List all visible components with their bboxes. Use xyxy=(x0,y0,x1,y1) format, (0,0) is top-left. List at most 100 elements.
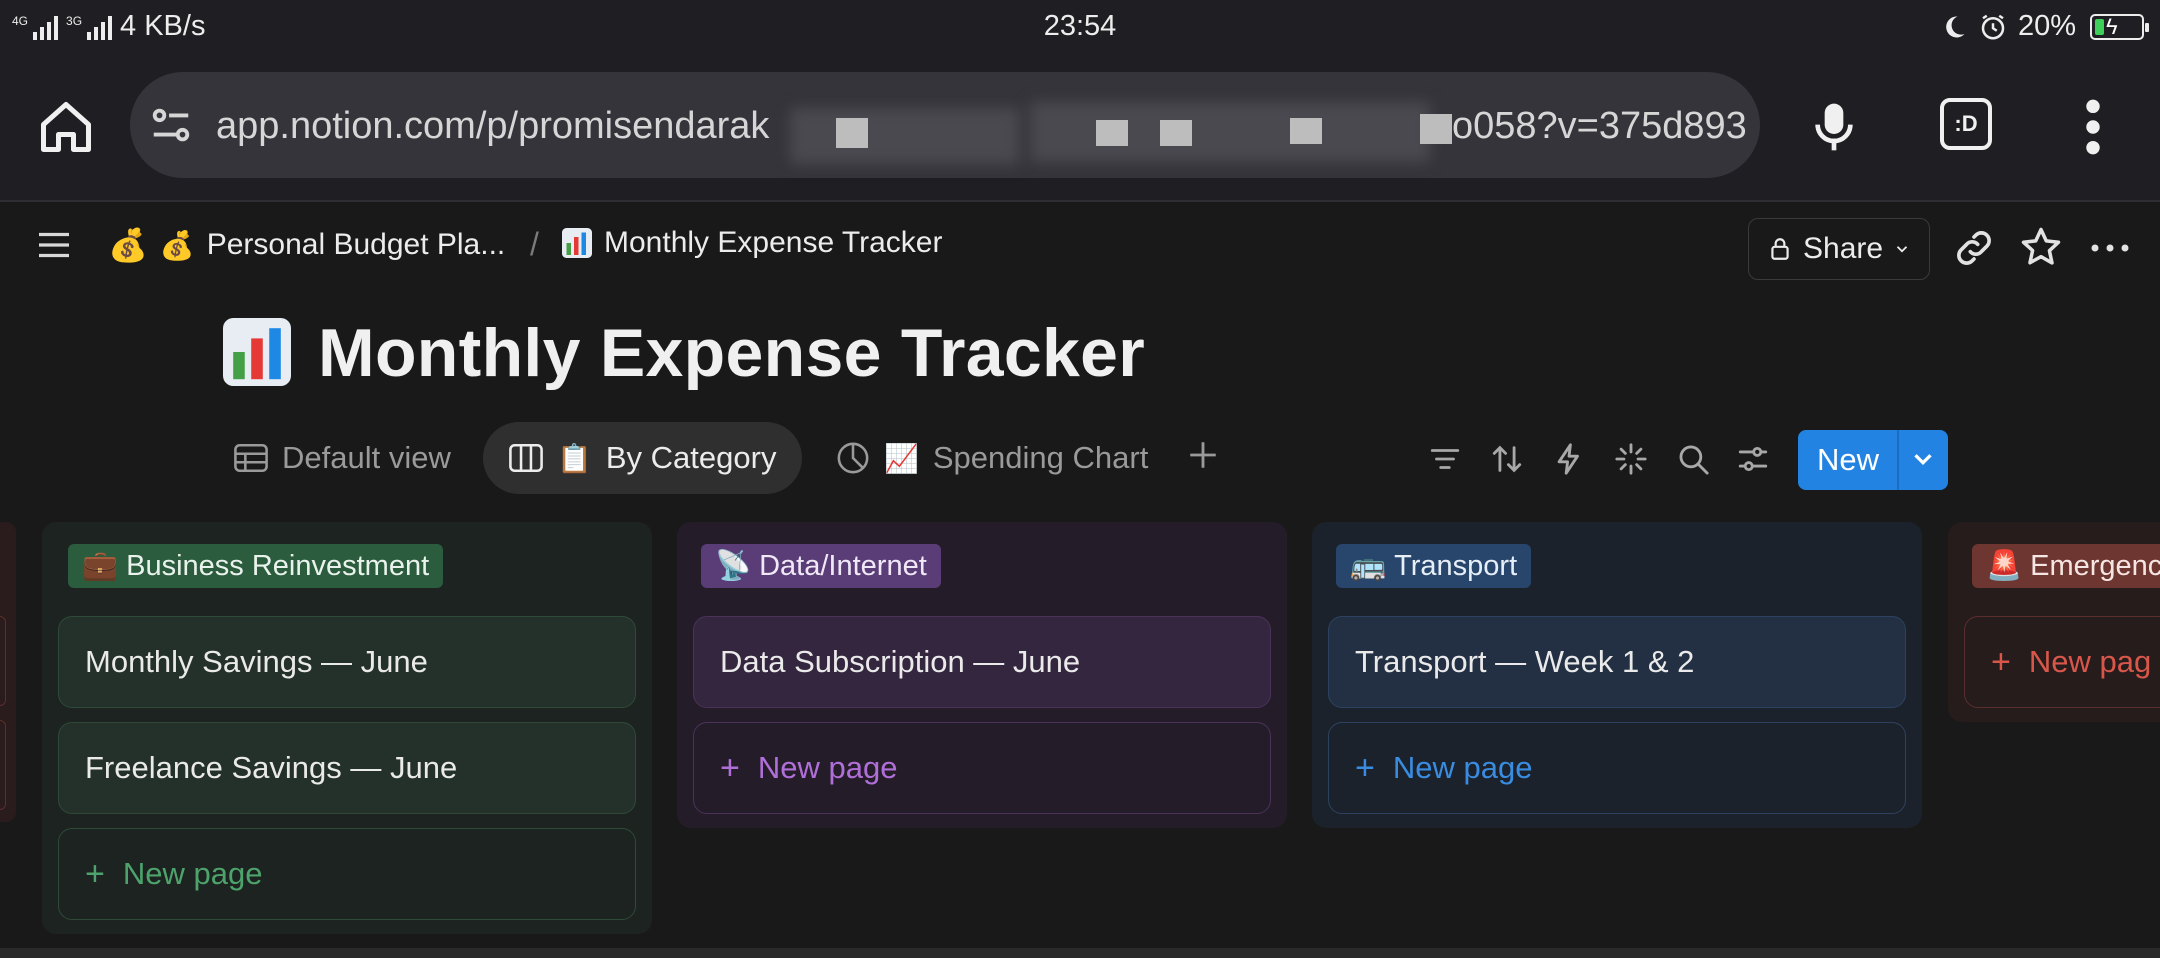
money-bag-icon: 💰 xyxy=(108,227,148,263)
browser-toolbar: app.notion.com/p/promisendarak o058?v=37… xyxy=(0,52,2160,202)
link-icon[interactable] xyxy=(1952,226,1996,270)
briefcase-icon: 💼 xyxy=(82,550,119,582)
ai-sparkle-icon[interactable] xyxy=(1614,442,1648,476)
page-title[interactable]: Monthly Expense Tracker xyxy=(318,314,1145,392)
table-icon xyxy=(234,443,268,473)
board-column-business-reinvestment: 💼 Business Reinvestment Monthly Savings … xyxy=(42,522,652,934)
police-light-icon: 🚨 xyxy=(1986,550,2023,582)
new-page-label: New page xyxy=(1392,750,1533,785)
tab-by-category[interactable]: 📋 By Category xyxy=(483,422,803,494)
breadcrumb-current[interactable]: Monthly Expense Tracker xyxy=(562,226,942,260)
notion-topbar: 💰 💰 Personal Budget Pla... / Monthly Exp… xyxy=(0,202,2160,292)
board-card-partial xyxy=(0,720,6,810)
redaction xyxy=(1160,120,1192,146)
tab-label: Spending Chart xyxy=(932,440,1149,475)
lock-icon xyxy=(1771,238,1789,260)
view-settings-icon[interactable] xyxy=(1736,442,1770,476)
search-icon[interactable] xyxy=(1676,442,1710,476)
board-column-data-internet: 📡 Data/Internet Data Subscription — June… xyxy=(677,522,1287,828)
new-page-label: New page xyxy=(757,750,898,785)
filter-icon[interactable] xyxy=(1428,442,1462,476)
more-options-icon[interactable] xyxy=(2090,242,2130,254)
card-title: Monthly Savings — June xyxy=(85,644,428,679)
tab-spending-chart[interactable]: 📈 Spending Chart xyxy=(836,422,1148,494)
board-card[interactable]: Transport — Week 1 & 2 xyxy=(1328,616,1906,708)
plus-icon: + xyxy=(1991,642,2011,681)
tab-label: By Category xyxy=(605,440,777,475)
url-end: o058?v=375d893 xyxy=(1452,105,1747,147)
status-badge[interactable]: 📡 Data/Internet xyxy=(701,544,941,588)
new-page-button[interactable]: + New page xyxy=(1328,722,1906,814)
tab-switcher-button[interactable]: :D xyxy=(1940,98,1992,150)
redaction xyxy=(1420,114,1452,144)
breadcrumb-parent-label: Personal Budget Pla... xyxy=(206,228,506,261)
plus-icon: + xyxy=(1355,748,1375,787)
home-icon[interactable] xyxy=(36,97,96,157)
site-settings-icon[interactable] xyxy=(148,102,194,148)
new-page-button[interactable]: + New pag xyxy=(1964,616,2160,708)
clock: 23:54 xyxy=(1043,10,1117,42)
new-page-button[interactable]: + New page xyxy=(693,722,1271,814)
share-label: Share xyxy=(1803,232,1884,265)
battery-icon: ϟ xyxy=(2090,13,2149,40)
charging-icon: ϟ xyxy=(2106,13,2118,39)
board-card[interactable]: Monthly Savings — June xyxy=(58,616,636,708)
card-title: Transport — Week 1 & 2 xyxy=(1355,644,1695,679)
chevron-down-icon xyxy=(1896,246,1908,253)
clipboard-icon: 📋 xyxy=(557,442,592,474)
board-icon xyxy=(509,443,543,473)
moon-icon xyxy=(1946,15,1965,37)
plus-icon: + xyxy=(720,748,740,787)
kebab-menu-icon[interactable] xyxy=(2080,96,2106,158)
new-button[interactable]: New xyxy=(1798,430,1898,490)
new-page-label: New pag xyxy=(2028,644,2152,679)
satellite-antenna-icon: 📡 xyxy=(715,550,752,582)
automation-bolt-icon[interactable] xyxy=(1552,442,1586,476)
board-card[interactable]: Data Subscription — June xyxy=(693,616,1271,708)
url-start: app.notion.com/p/promisendarak xyxy=(216,105,770,147)
horizontal-scrollbar[interactable] xyxy=(0,948,2160,958)
plus-icon: + xyxy=(85,854,105,893)
column-tag-label: Business Reinvestment xyxy=(126,549,430,582)
sort-icon[interactable] xyxy=(1490,442,1524,476)
tab-label: Default view xyxy=(282,440,451,475)
battery-fill xyxy=(2095,18,2104,35)
star-icon[interactable] xyxy=(2020,226,2062,268)
status-bar: 4G 3G 4 KB/s 23:54 20% ϟ xyxy=(0,0,2160,52)
sidebar-menu-icon[interactable] xyxy=(36,230,72,260)
microphone-icon[interactable] xyxy=(1806,96,1862,158)
card-title: Data Subscription — June xyxy=(720,644,1081,679)
breadcrumb-separator: / xyxy=(530,226,539,262)
new-button-group: New xyxy=(1798,430,1948,490)
card-title: Freelance Savings — June xyxy=(85,750,458,785)
address-bar[interactable]: app.notion.com/p/promisendarak o058?v=37… xyxy=(130,72,1760,178)
column-tag-label: Data/Internet xyxy=(759,549,927,582)
chevron-down-icon[interactable] xyxy=(1908,444,1938,474)
breadcrumb-current-label: Monthly Expense Tracker xyxy=(604,226,943,259)
status-right: 20% ϟ xyxy=(1940,10,2149,43)
board-card[interactable]: Freelance Savings — June xyxy=(58,722,636,814)
breadcrumb-parent[interactable]: 💰 💰 Personal Budget Pla... xyxy=(108,226,505,264)
redaction xyxy=(790,108,1020,164)
new-page-button[interactable]: + New page xyxy=(58,828,636,920)
column-tag-label: Transport xyxy=(1394,549,1518,582)
redaction xyxy=(1290,118,1322,144)
money-bag-icon: 💰 xyxy=(159,229,195,261)
status-badge[interactable]: 💼 Business Reinvestment xyxy=(68,544,444,588)
column-tag-label: Emergenc xyxy=(2030,549,2160,582)
board-column-transport: 🚌 Transport Transport — Week 1 & 2 + New… xyxy=(1312,522,1922,828)
new-button-divider xyxy=(1897,430,1899,490)
board-card-partial xyxy=(0,616,6,706)
chart-increasing-icon: 📈 xyxy=(884,442,919,474)
status-badge[interactable]: 🚨 Emergenc xyxy=(1972,544,2160,588)
bar-chart-icon xyxy=(562,228,592,258)
status-badge[interactable]: 🚌 Transport xyxy=(1336,544,1532,588)
battery-percent: 20% xyxy=(2017,10,2076,42)
share-button[interactable]: Share xyxy=(1748,218,1930,280)
bar-chart-icon xyxy=(223,318,291,386)
add-view-icon[interactable] xyxy=(1186,438,1220,472)
redaction xyxy=(1096,120,1128,146)
tab-default-view[interactable]: Default view xyxy=(234,422,451,494)
alarm-icon xyxy=(1981,14,2005,39)
bus-icon: 🚌 xyxy=(1350,550,1387,582)
